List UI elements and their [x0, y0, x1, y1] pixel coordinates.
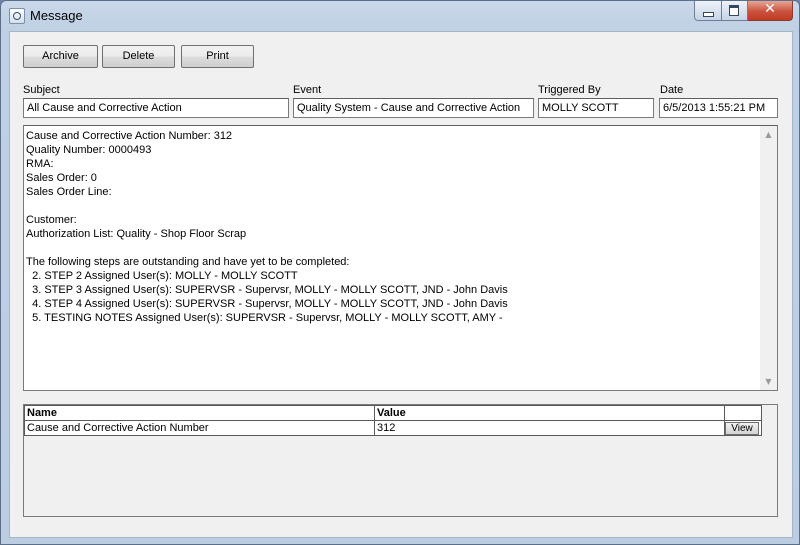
window-title: Message — [30, 8, 83, 23]
cell-name[interactable]: Cause and Corrective Action Number — [24, 420, 375, 436]
cell-action: View — [724, 420, 762, 436]
archive-button[interactable]: Archive — [23, 45, 98, 68]
triggered-by-field[interactable]: MOLLY SCOTT — [538, 98, 654, 118]
view-button[interactable]: View — [725, 421, 759, 435]
event-label: Event — [293, 84, 322, 96]
date-field[interactable]: 6/5/2013 1:55:21 PM — [659, 98, 778, 118]
delete-button[interactable]: Delete — [102, 45, 175, 68]
column-header-name[interactable]: Name — [24, 405, 375, 421]
maximize-icon — [729, 5, 739, 16]
column-header-value[interactable]: Value — [374, 405, 725, 421]
message-body-text: Cause and Corrective Action Number: 312 … — [26, 130, 508, 324]
triggered-by-label: Triggered By — [538, 84, 601, 96]
subject-label: Subject — [23, 84, 60, 96]
title-bar[interactable]: Message ✕ — [1, 1, 799, 31]
event-field[interactable]: Quality System - Cause and Corrective Ac… — [293, 98, 534, 118]
scroll-down-arrow-icon[interactable]: ▼ — [760, 373, 777, 390]
column-header-action — [724, 405, 762, 421]
message-body[interactable]: Cause and Corrective Action Number: 312 … — [23, 125, 778, 391]
table-row[interactable]: Cause and Corrective Action Number 312 V… — [24, 420, 762, 436]
vertical-scrollbar[interactable]: ▲ ▼ — [760, 126, 777, 390]
message-content: Archive Delete Print Subject Event Trigg… — [9, 31, 793, 538]
date-label: Date — [660, 84, 684, 96]
scroll-up-arrow-icon[interactable]: ▲ — [760, 126, 777, 143]
fields-grid-panel: Name Value Cause and Corrective Action N… — [23, 404, 778, 517]
grid-header-row: Name Value — [24, 405, 762, 421]
minimize-icon — [703, 12, 714, 17]
window-controls: ✕ — [694, 1, 793, 21]
minimize-button[interactable] — [694, 1, 722, 21]
window-icon[interactable] — [9, 8, 25, 24]
fields-grid: Name Value Cause and Corrective Action N… — [24, 405, 762, 436]
close-icon: ✕ — [764, 1, 776, 17]
print-button[interactable]: Print — [181, 45, 254, 68]
maximize-button[interactable] — [722, 1, 748, 21]
message-window: Message ✕ Archive Delete Print Subject E… — [0, 0, 800, 545]
close-button[interactable]: ✕ — [748, 1, 793, 21]
cell-value[interactable]: 312 — [374, 420, 725, 436]
subject-field[interactable]: All Cause and Corrective Action — [23, 98, 289, 118]
